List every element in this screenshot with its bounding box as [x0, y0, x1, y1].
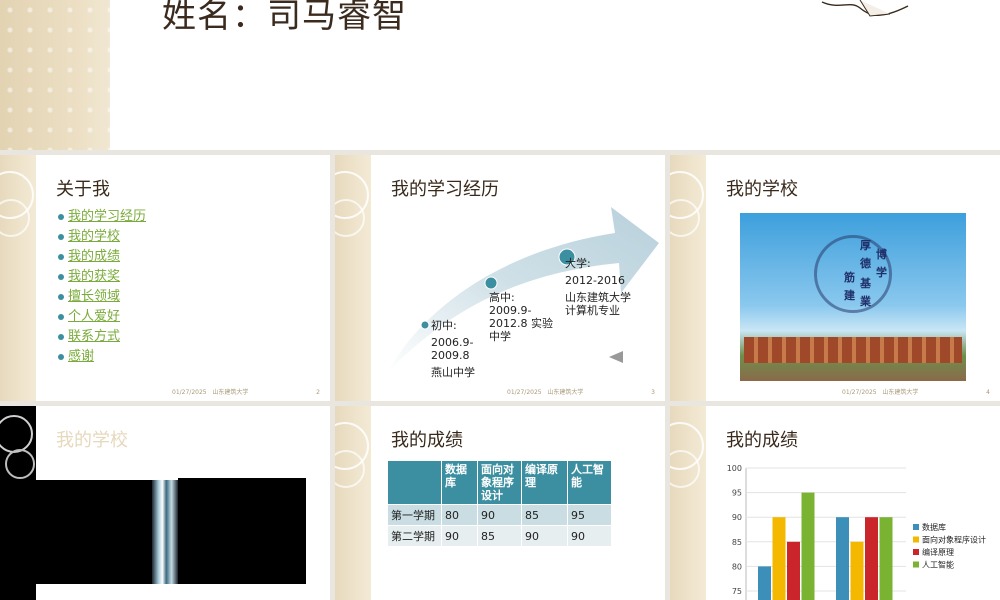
slide-3[interactable]: 我的学习经历 初中: 2006.9- 2009.8 燕山中学 高中: 2009.… [335, 155, 665, 401]
timeline-label-junior: 初中: 2006.9- 2009.8 燕山中学 [431, 319, 475, 379]
slide-7[interactable]: 我的成绩 100 95 90 85 80 75 数据库 面向对象程序设计 编译原理 人工智能 [670, 406, 1000, 600]
campus-buildings [744, 337, 962, 363]
slide-5[interactable]: 我的学校 [0, 406, 330, 600]
grades-table: 数据库 面向对象程序设计 编译原理 人工智能 第一学期 80 90 85 95 第二学期… [387, 460, 612, 547]
grades-bar-chart: 100 95 90 85 80 75 数据库面向对象程序设计编译原理人工智能 [727, 464, 986, 600]
legend-label: 编译原理 [922, 547, 954, 557]
y-tick-label: 75 [732, 587, 742, 596]
y-tick-label: 80 [732, 562, 742, 571]
bar [850, 541, 864, 600]
legend-label: 面向对象程序设计 [922, 535, 986, 545]
slide-title: 我的学校 [56, 430, 128, 451]
decorative-strip [0, 155, 36, 401]
footer-date: 01/27/2025 山东建筑大学 [842, 389, 919, 396]
table-header: 数据库 [441, 460, 478, 505]
y-tick-label: 90 [732, 513, 742, 522]
toc-link[interactable]: 联系方式 [58, 327, 146, 347]
decorative-drawing-icon [821, 0, 909, 17]
toc-link[interactable]: 感谢 [58, 347, 146, 367]
decorative-circles-icon [0, 415, 35, 479]
table-row: 第一学期 80 90 85 95 [387, 504, 612, 526]
slide-6[interactable]: 我的成绩 数据库 面向对象程序设计 编译原理 人工智能 第一学期 80 90 85 95… [335, 406, 665, 600]
slide-4[interactable]: 我的学校 厚 德 博 学 筋 基 建 業 01/27/2025 山东建筑大学 4 [670, 155, 1000, 401]
bar [865, 517, 878, 600]
y-tick-label: 85 [732, 538, 742, 547]
image-block-left [24, 480, 152, 584]
slide-title: 关于我 [56, 179, 110, 200]
footer-date: 01/27/2025 山东建筑大学 [172, 389, 249, 396]
legend-swatch [913, 536, 919, 543]
toc-list: 我的学习经历 我的学校 我的成绩 我的获奖 擅长领域 个人爱好 联系方式 感谢 [58, 207, 146, 367]
table-row: 第二学期 90 85 90 90 [387, 525, 612, 547]
y-tick-label: 95 [732, 489, 742, 498]
timeline-label-senior: 高中: 2009.9- 2012.8 实验 中学 [489, 291, 553, 343]
page-number: 2 [316, 389, 320, 396]
toc-link[interactable]: 我的学校 [58, 227, 146, 247]
table-header: 人工智能 [567, 460, 612, 505]
bar [772, 517, 786, 600]
slide-1[interactable]: 姓名：司马睿智 [0, 0, 1000, 150]
table-header: 面向对象程序设计 [477, 460, 522, 505]
toc-link[interactable]: 擅长领域 [58, 287, 146, 307]
legend-swatch [913, 524, 919, 530]
legend-label: 数据库 [922, 522, 946, 532]
slide-2[interactable]: 关于我 我的学习经历 我的学校 我的成绩 我的获奖 擅长领域 个人爱好 联系方式… [0, 155, 330, 401]
legend-label: 人工智能 [922, 560, 954, 570]
decorative-pattern [0, 0, 110, 150]
decorative-strip [335, 406, 371, 600]
table-header [387, 460, 442, 505]
toc-link[interactable]: 我的学习经历 [58, 207, 146, 227]
slide-sorter-view: 姓名：司马睿智 关于我 我的学习经历 我的学校 我的成绩 我的获奖 擅长领域 个… [0, 0, 1000, 600]
image-block-right [178, 478, 306, 584]
table-header: 编译原理 [521, 460, 568, 505]
campus-photo: 厚 德 博 学 筋 基 建 業 [740, 213, 966, 381]
bar [879, 517, 893, 600]
bar [836, 517, 849, 600]
toc-link[interactable]: 我的成绩 [58, 247, 146, 267]
slide-title: 我的学校 [726, 179, 798, 200]
decorative-strip [670, 155, 706, 401]
toc-link[interactable]: 个人爱好 [58, 307, 146, 327]
y-tick-label: 100 [727, 464, 742, 473]
timeline-label-university: 大学: 2012-2016 山东建筑大学 计算机专业 [565, 257, 631, 317]
toc-link[interactable]: 我的获奖 [58, 267, 146, 287]
bar [758, 566, 771, 600]
page-number: 3 [651, 389, 655, 396]
bar [801, 492, 815, 600]
footer-date: 01/27/2025 山东建筑大学 [507, 389, 584, 396]
legend-swatch [913, 561, 919, 568]
page-number: 4 [986, 389, 990, 396]
slide-1-name: 姓名：司马睿智 [162, 0, 407, 36]
bar [787, 541, 800, 600]
image-divider [152, 480, 178, 584]
slide-title: 我的成绩 [391, 430, 463, 451]
legend-swatch [913, 549, 919, 555]
